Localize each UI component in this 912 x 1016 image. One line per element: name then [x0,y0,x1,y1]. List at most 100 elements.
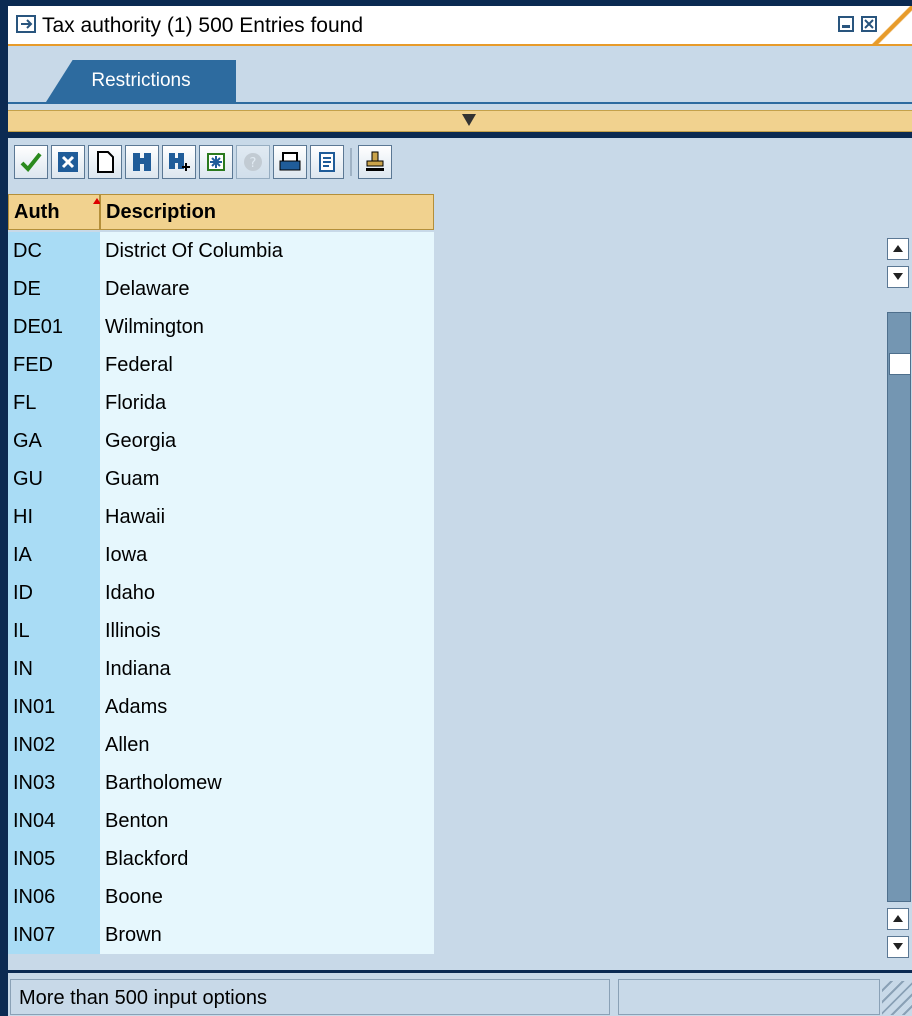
checkmark-icon [20,152,42,172]
tab-underline [8,102,912,104]
status-message: More than 500 input options [10,979,610,1015]
cell-description[interactable]: Blackford [100,840,434,878]
cell-description[interactable]: District Of Columbia [100,232,434,270]
table-row[interactable]: IA Iowa [8,536,434,574]
restrictions-collapse-toggle[interactable] [8,110,912,132]
table-row[interactable]: GU Guam [8,460,434,498]
find-button[interactable] [125,145,159,179]
scroll-page-down-icon[interactable] [887,936,909,958]
table-row[interactable]: DC District Of Columbia [8,232,434,270]
table-row[interactable]: IL Illinois [8,612,434,650]
column-header-auth-label: Auth [14,201,60,223]
cell-description[interactable]: Benton [100,802,434,840]
cell-auth[interactable]: ID [8,574,100,612]
scroll-up-icon[interactable] [887,238,909,260]
table-row[interactable]: IN07 Brown [8,916,434,954]
cell-description[interactable]: Florida [100,384,434,422]
cell-auth[interactable]: IN06 [8,878,100,916]
table-row[interactable]: DE01 Wilmington [8,308,434,346]
cell-auth[interactable]: GA [8,422,100,460]
help-icon: ? [244,153,262,171]
cell-auth[interactable]: DE01 [8,308,100,346]
table-row[interactable]: IN Indiana [8,650,434,688]
table-row[interactable]: IN01 Adams [8,688,434,726]
scroll-page-up-icon[interactable] [887,908,909,930]
table-row[interactable]: IN06 Boone [8,878,434,916]
cell-auth[interactable]: IN07 [8,916,100,954]
cancel-button[interactable] [51,145,85,179]
tab-strip: Restrictions [8,46,912,110]
cell-auth[interactable]: FL [8,384,100,422]
cell-description[interactable]: Indiana [100,650,434,688]
cell-auth[interactable]: GU [8,460,100,498]
cell-description[interactable]: Iowa [100,536,434,574]
title-corner-decoration [872,6,912,44]
stamp-button[interactable] [358,145,392,179]
find-icon [133,153,151,171]
select-all-button[interactable] [199,145,233,179]
cell-auth[interactable]: IN01 [8,688,100,726]
scroll-track[interactable] [887,312,911,902]
cell-description[interactable]: Idaho [100,574,434,612]
cell-auth[interactable]: IA [8,536,100,574]
table-row[interactable]: IN03 Bartholomew [8,764,434,802]
scroll-thumb[interactable] [889,353,911,375]
cell-auth[interactable]: IN04 [8,802,100,840]
table-row[interactable]: IN05 Blackford [8,840,434,878]
table-row[interactable]: FL Florida [8,384,434,422]
toolbar-divider [350,148,352,176]
new-entry-button[interactable] [88,145,122,179]
find-next-icon [169,153,190,171]
column-header-auth[interactable]: Auth [8,194,101,230]
results-table: Auth Description DC District Of Columbia D… [8,194,884,970]
table-row[interactable]: ID Idaho [8,574,434,612]
resize-grip-icon[interactable] [882,981,912,1015]
confirm-button[interactable] [14,145,48,179]
vertical-scrollbar[interactable] [884,232,912,970]
cell-description[interactable]: Illinois [100,612,434,650]
cell-auth[interactable]: IN [8,650,100,688]
table-row[interactable]: IN02 Allen [8,726,434,764]
cell-description[interactable]: Adams [100,688,434,726]
cell-auth[interactable]: IL [8,612,100,650]
table-row[interactable]: DE Delaware [8,270,434,308]
table-row[interactable]: HI Hawaii [8,498,434,536]
collapse-triangle-icon [462,114,476,126]
scroll-down-icon[interactable] [887,266,909,288]
cell-description[interactable]: Federal [100,346,434,384]
print-preview-icon [319,152,335,172]
cell-description[interactable]: Bartholomew [100,764,434,802]
tab-restrictions[interactable]: Restrictions [46,60,236,102]
print-button[interactable] [273,145,307,179]
table-row[interactable]: GA Georgia [8,422,434,460]
table-body: DC District Of Columbia DE Delaware DE01 Wilm… [8,232,434,970]
print-icon [279,152,301,171]
table-row[interactable]: FED Federal [8,346,434,384]
cell-description[interactable]: Hawaii [100,498,434,536]
cell-description[interactable]: Wilmington [100,308,434,346]
stamp-icon [366,151,384,171]
print-preview-button[interactable] [310,145,344,179]
cell-auth[interactable]: IN03 [8,764,100,802]
cell-description[interactable]: Georgia [100,422,434,460]
status-bar: More than 500 input options [8,973,912,1016]
svg-text:?: ? [250,156,257,171]
cell-auth[interactable]: IN02 [8,726,100,764]
cell-auth[interactable]: DE [8,270,100,308]
cell-description[interactable]: Delaware [100,270,434,308]
find-next-button[interactable] [162,145,196,179]
cell-auth[interactable]: DC [8,232,100,270]
cell-auth[interactable]: FED [8,346,100,384]
cell-description[interactable]: Boone [100,878,434,916]
table-row[interactable]: IN04 Benton [8,802,434,840]
cell-auth[interactable]: IN05 [8,840,100,878]
cell-description[interactable]: Allen [100,726,434,764]
cell-description[interactable]: Brown [100,916,434,954]
cell-description[interactable]: Guam [100,460,434,498]
column-header-description[interactable]: Description [100,194,434,230]
cell-auth[interactable]: HI [8,498,100,536]
minimize-icon[interactable] [838,16,854,32]
dialog-icon [16,15,36,33]
column-header-description-label: Description [106,201,217,223]
help-button[interactable]: ? [236,145,270,179]
